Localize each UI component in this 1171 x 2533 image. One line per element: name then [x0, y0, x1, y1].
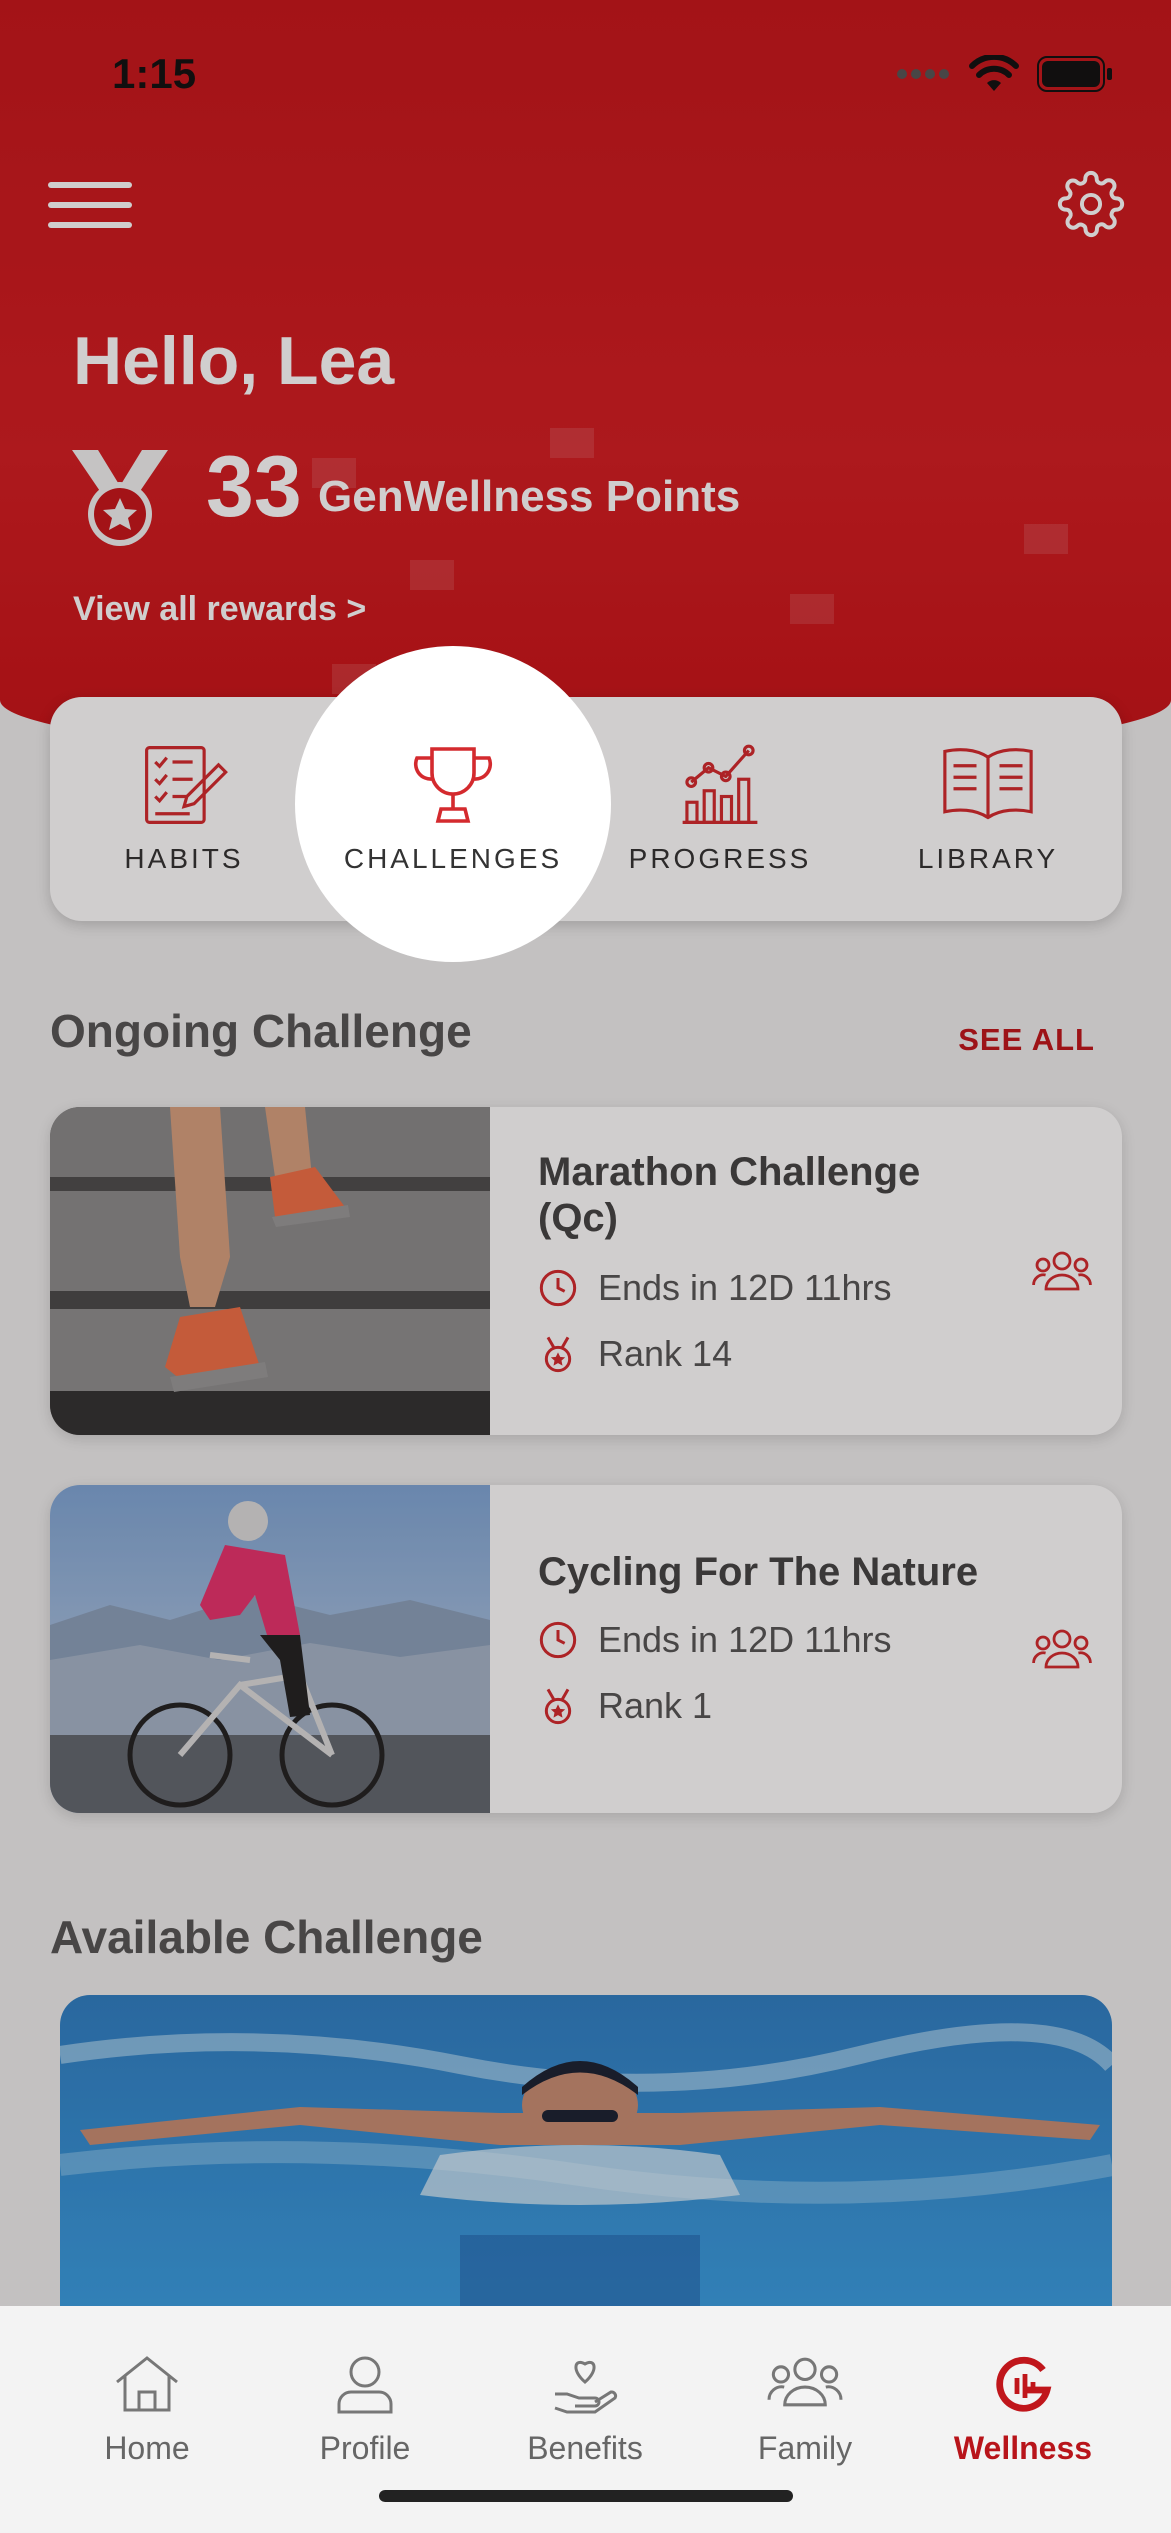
ends-text: Ends in 12D 11hrs: [598, 1619, 892, 1660]
ongoing-section-title: Ongoing Challenge: [50, 1005, 472, 1057]
points-value: 33: [206, 439, 302, 535]
challenge-card-cycling[interactable]: Cycling For The Nature Ends in 12D 11hrs…: [50, 1485, 1122, 1813]
library-shortcut[interactable]: LIBRARY: [854, 697, 1122, 921]
challenge-rank: Rank 14: [538, 1333, 732, 1375]
tab-label: Home: [104, 2430, 190, 2466]
points-label: GenWellness Points: [318, 472, 741, 521]
swimming-image: [60, 1995, 1112, 2325]
progress-label: PROGRESS: [628, 843, 812, 874]
rank-medal-icon: [544, 1688, 572, 1725]
medal-icon: [72, 450, 168, 546]
tab-wellness[interactable]: Wellness: [906, 2306, 1140, 2533]
trophy-icon: [413, 747, 493, 823]
cycling-image: [50, 1485, 490, 1813]
signal-icon: [897, 69, 949, 79]
checklist-icon: [145, 746, 228, 824]
menu-button[interactable]: [48, 180, 134, 230]
rank-medal-icon: [544, 1336, 572, 1373]
marathon-image: [50, 1107, 490, 1435]
challenge-title: Cycling For The Nature: [538, 1550, 979, 1594]
home-indicator: [379, 2490, 793, 2502]
tab-label: Benefits: [527, 2430, 643, 2466]
chart-icon: [682, 744, 758, 824]
clock-icon: [539, 1621, 577, 1659]
habits-shortcut[interactable]: HABITS: [50, 697, 318, 921]
profile-icon: [337, 2356, 393, 2414]
tab-label: Profile: [319, 2430, 411, 2466]
ends-text: Ends in 12D 11hrs: [598, 1267, 892, 1308]
wifi-icon: [969, 55, 1019, 91]
participants-icon[interactable]: [1032, 1249, 1092, 1293]
book-icon: [943, 748, 1033, 820]
challenge-title: Marathon Challenge (Qc): [538, 1150, 921, 1240]
spotlight-label: CHALLENGES: [343, 843, 563, 874]
gear-icon: [1057, 170, 1125, 238]
tab-label: Family: [757, 2430, 853, 2466]
battery-icon: [1037, 56, 1112, 92]
tab-home[interactable]: Home: [30, 2306, 264, 2533]
settings-button[interactable]: [1057, 170, 1125, 238]
progress-shortcut[interactable]: PROGRESS: [586, 697, 854, 921]
view-rewards-link[interactable]: View all rewards >: [73, 590, 366, 629]
greeting: Hello, Lea: [73, 323, 395, 399]
spotlight-challenges[interactable]: CHALLENGES: [295, 646, 611, 962]
challenge-card-marathon[interactable]: Marathon Challenge (Qc) Ends in 12D 11hr…: [50, 1107, 1122, 1435]
challenge-ends: Ends in 12D 11hrs: [538, 1267, 892, 1309]
benefits-icon: [554, 2361, 618, 2414]
challenge-rank: Rank 1: [538, 1685, 712, 1727]
see-all-link[interactable]: SEE ALL: [958, 1022, 1095, 1058]
wellness-icon: [996, 2356, 1052, 2412]
rank-text: Rank 1: [598, 1685, 713, 1726]
library-label: LIBRARY: [917, 843, 1059, 874]
challenge-ends: Ends in 12D 11hrs: [538, 1619, 892, 1661]
habits-label: HABITS: [124, 843, 244, 874]
participants-icon[interactable]: [1032, 1627, 1092, 1671]
tab-label: Wellness: [953, 2430, 1093, 2466]
clock-icon: [539, 1269, 577, 1307]
home-icon: [116, 2356, 178, 2412]
rank-text: Rank 14: [598, 1333, 733, 1374]
status-icons: [897, 55, 1113, 93]
status-time: 1:15: [112, 50, 197, 97]
family-icon: [767, 2357, 843, 2407]
available-challenge-card[interactable]: [60, 1995, 1112, 2325]
available-section-title: Available Challenge: [50, 1911, 483, 1963]
